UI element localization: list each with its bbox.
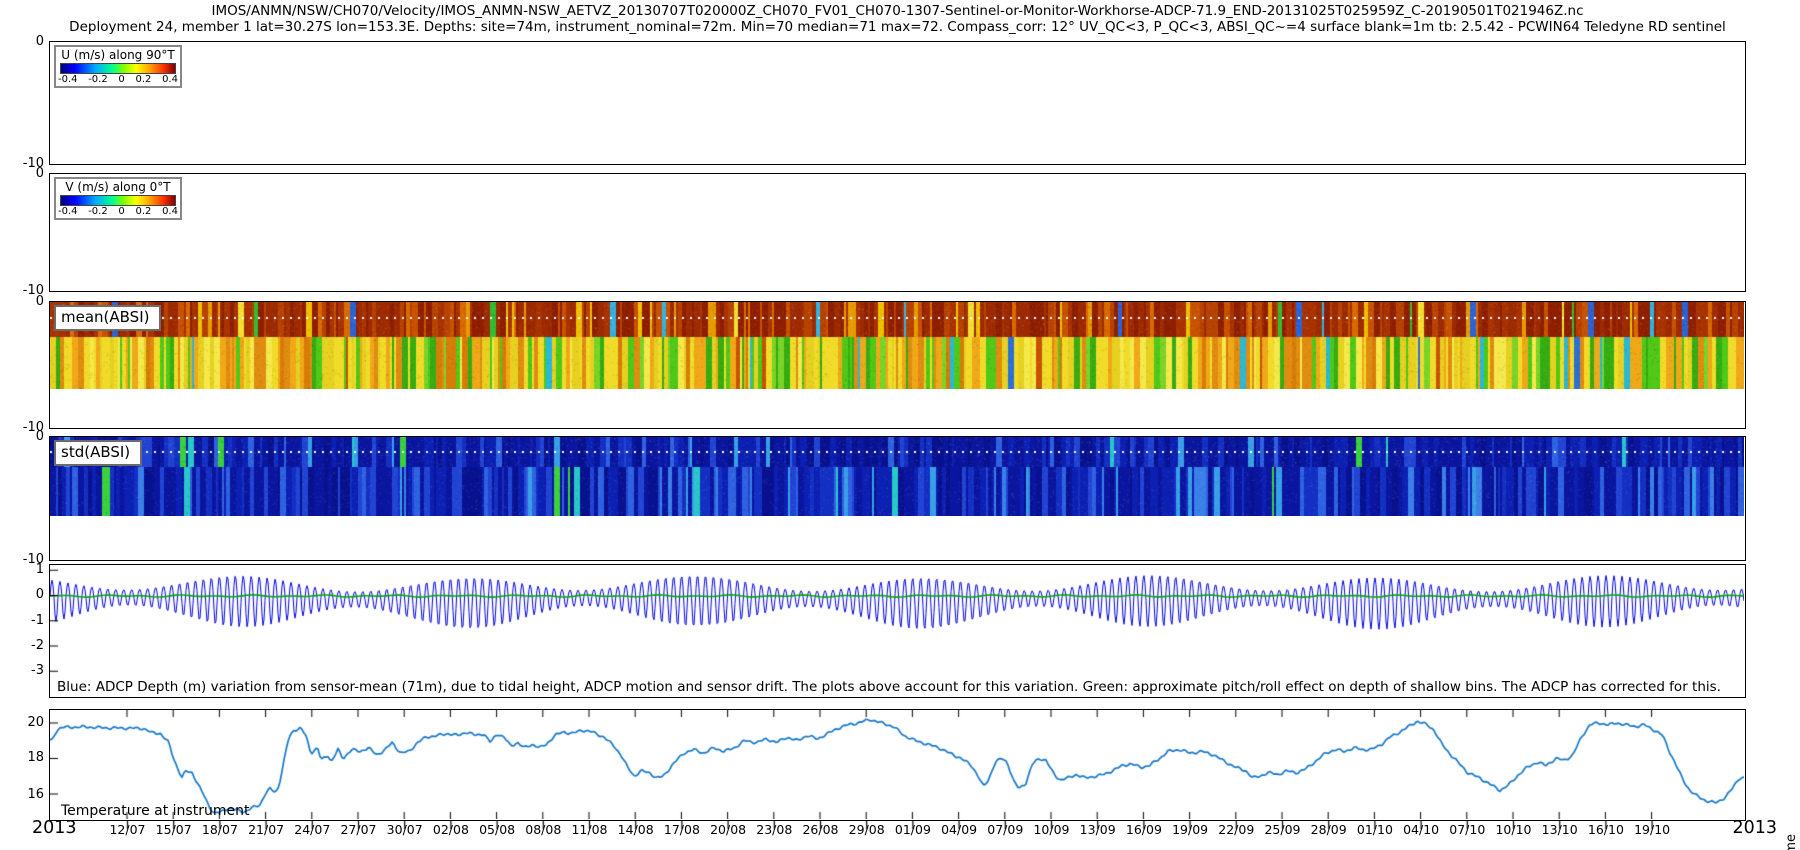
date-tick-label: 17/08 — [657, 822, 707, 837]
date-tick-label: 10/09 — [1027, 822, 1077, 837]
std-absi-heatmap — [50, 437, 1744, 516]
panel-std-absi: std(ABSI) — [49, 436, 1746, 561]
colorbar-tick: 0 — [118, 206, 124, 217]
date-tick-label: 10/10 — [1489, 822, 1539, 837]
date-tick-label: 29/08 — [842, 822, 892, 837]
date-tick-label: 26/08 — [796, 822, 846, 837]
date-tick-label: 30/07 — [380, 822, 430, 837]
date-tick-label: 04/10 — [1396, 822, 1446, 837]
date-tick-label: 19/10 — [1627, 822, 1677, 837]
date-tick-label: 25/09 — [1258, 822, 1308, 837]
y-axis-label: 0 — [0, 587, 44, 602]
std-absi-label: std(ABSI) — [54, 440, 142, 466]
date-tick-label: 28/09 — [1304, 822, 1354, 837]
colorbar-tick: -0.4 — [58, 206, 78, 217]
v-colorbar-legend: V (m/s) along 0°T -0.4 -0.2 0 0.2 0.4 — [54, 177, 182, 220]
y-axis-label: 20 — [0, 715, 44, 730]
panel-v-velocity: V (m/s) along 0°T -0.4 -0.2 0 0.2 0.4 — [49, 173, 1746, 292]
date-tick-label: 11/08 — [565, 822, 615, 837]
date-tick-label: 07/09 — [980, 822, 1030, 837]
colorbar-tick: -0.2 — [88, 74, 108, 85]
y-axis-label: -3 — [0, 663, 44, 678]
mean-absi-heatmap — [50, 302, 1744, 389]
y-axis-label: -2 — [0, 638, 44, 653]
date-tick-label: 13/10 — [1535, 822, 1585, 837]
date-tick-label: 07/10 — [1442, 822, 1492, 837]
u-colorbar-ticks: -0.4 -0.2 0 0.2 0.4 — [56, 74, 180, 86]
u-colorbar-legend: U (m/s) along 90°T -0.4 -0.2 0 0.2 0.4 — [54, 45, 182, 88]
date-tick-label: 01/09 — [888, 822, 938, 837]
date-tick-label: 14/08 — [611, 822, 661, 837]
jet-colorbar — [60, 195, 176, 206]
colorbar-tick: 0.4 — [162, 74, 178, 85]
y-axis-label: -1 — [0, 613, 44, 628]
panel-temperature: Temperature at instrument — [49, 709, 1746, 821]
depth-variation-plot — [50, 565, 1744, 696]
y-axis-label: 0 — [0, 294, 44, 309]
date-tick-label: 16/10 — [1581, 822, 1631, 837]
plot-title-deployment: Deployment 24, member 1 lat=30.27S lon=1… — [49, 19, 1746, 35]
panel-depth-variation: Blue: ADCP Depth (m) variation from sens… — [49, 564, 1746, 698]
date-tick-label: 24/07 — [287, 822, 337, 837]
year-label-right: 2013 — [1705, 818, 1777, 838]
date-tick-label: 15/07 — [149, 822, 199, 837]
date-tick-label: 18/07 — [195, 822, 245, 837]
date-tick-label: 21/07 — [241, 822, 291, 837]
colorbar-tick: 0.2 — [135, 206, 151, 217]
panel-u-velocity: U (m/s) along 90°T -0.4 -0.2 0 0.2 0.4 — [49, 41, 1746, 165]
colorbar-tick: -0.4 — [58, 74, 78, 85]
date-tick-label: 22/09 — [1211, 822, 1261, 837]
y-axis-label: 0 — [0, 166, 44, 181]
y-axis-label: 0 — [0, 429, 44, 444]
temperature-label: Temperature at instrument — [61, 803, 249, 819]
v-legend-title: V (m/s) along 0°T — [56, 179, 180, 194]
panel-mean-absi: mean(ABSI) — [49, 301, 1746, 429]
date-axis: 12/0715/0718/0721/0724/0727/0730/0702/08… — [49, 822, 1746, 838]
date-tick-label: 23/08 — [749, 822, 799, 837]
y-axis-label: 1 — [0, 562, 44, 577]
date-tick-label: 05/08 — [472, 822, 522, 837]
temperature-plot — [50, 710, 1744, 819]
date-tick-label: 04/09 — [934, 822, 984, 837]
colorbar-tick: 0 — [118, 74, 124, 85]
date-tick-label: 12/07 — [103, 822, 153, 837]
y-axis-label: 0 — [0, 34, 44, 49]
colorbar-tick: 0.4 — [162, 206, 178, 217]
y-axis-label: 16 — [0, 787, 44, 802]
date-tick-label: 19/09 — [1165, 822, 1215, 837]
year-label-left: 2013 — [32, 818, 77, 838]
colorbar-tick: -0.2 — [88, 206, 108, 217]
u-legend-title: U (m/s) along 90°T — [56, 47, 180, 62]
date-tick-label: 13/09 — [1073, 822, 1123, 837]
date-tick-label: 20/08 — [703, 822, 753, 837]
mean-absi-label: mean(ABSI) — [54, 305, 161, 331]
date-tick-label: 27/07 — [334, 822, 384, 837]
copyright-text: © IMOS 05-May-2025 00:26:16 Hobart time — [1784, 834, 1799, 850]
jet-colorbar — [60, 63, 176, 74]
depth-note-text: Blue: ADCP Depth (m) variation from sens… — [57, 679, 1721, 695]
colorbar-tick: 0.2 — [135, 74, 151, 85]
date-tick-label: 01/10 — [1350, 822, 1400, 837]
date-tick-label: 02/08 — [426, 822, 476, 837]
v-colorbar-ticks: -0.4 -0.2 0 0.2 0.4 — [56, 206, 180, 218]
date-tick-label: 16/09 — [1119, 822, 1169, 837]
adcp-plot-page: IMOS/ANMN/NSW/CH070/Velocity/IMOS_ANMN-N… — [0, 0, 1800, 850]
date-tick-label: 08/08 — [518, 822, 568, 837]
y-axis-label: 18 — [0, 750, 44, 765]
plot-title-filename: IMOS/ANMN/NSW/CH070/Velocity/IMOS_ANMN-N… — [49, 3, 1746, 19]
